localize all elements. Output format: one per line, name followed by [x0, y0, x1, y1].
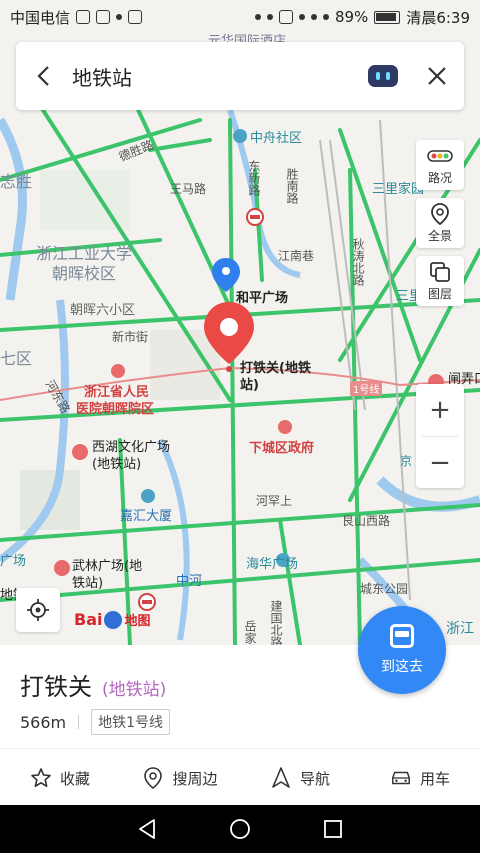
layers-icon [427, 261, 453, 283]
map-label: 海华广场 [246, 557, 299, 572]
map-label: 七区 [0, 349, 33, 368]
map-label: (地铁站) [92, 457, 142, 472]
clock-label: 清晨6:39 [406, 8, 470, 27]
status-left: 中国电信 [10, 7, 143, 28]
go-here-button[interactable]: 到这去 [358, 606, 446, 694]
map-label: 广场 [0, 554, 27, 569]
map-label: 中舟社区 [250, 131, 303, 146]
navigation-arrow-icon [270, 767, 292, 789]
map-label: 城东公园 [360, 582, 409, 596]
action-bar: 收藏 搜周边 导航 用车 [0, 751, 480, 805]
map-label: 中河 [176, 574, 203, 589]
distance-label: 566m [20, 712, 67, 732]
navigate-button[interactable]: 导航 [240, 751, 360, 805]
bluetooth-icon [266, 14, 273, 20]
status-right: 89% 清晨6:39 [254, 7, 470, 28]
map-label: 东新路 [247, 160, 261, 196]
map-label: 河罕上 [256, 494, 293, 508]
traffic-light-icon [427, 145, 453, 167]
map-label: 京 [400, 454, 413, 468]
overview-button[interactable]: 全景 [416, 198, 464, 248]
map-label: 下城区政府 [249, 441, 315, 456]
traffic-button[interactable]: 路况 [416, 140, 464, 190]
search-nearby-label: 搜周边 [172, 769, 218, 788]
nearby-pin-icon [142, 767, 164, 789]
star-icon [30, 767, 52, 789]
baidu-map-text: 地图 [124, 614, 151, 629]
battery-percent: 89% [334, 8, 369, 26]
message-icon [76, 10, 91, 24]
location-dot-icon [116, 14, 123, 20]
crosshair-icon [27, 599, 49, 621]
baidu-logo: Bai 地图 [74, 610, 151, 629]
close-icon[interactable] [424, 63, 450, 89]
eye-icon [298, 14, 305, 20]
assistant-robot-icon[interactable] [368, 65, 398, 87]
map-label: 朝晖校区 [52, 264, 117, 283]
locate-me-button[interactable] [16, 588, 60, 632]
map-label: 嘉汇大厦 [120, 509, 173, 524]
metro-line-tag: 地铁1号线 [91, 709, 171, 735]
map-label: 胜南路 [285, 168, 299, 204]
map-label: 王马路 [170, 182, 207, 196]
zoom-out-button[interactable]: − [416, 437, 464, 489]
map-label: 站) [240, 378, 259, 393]
nfc-icon [278, 10, 293, 24]
map-label: 朝晖六小区 [70, 303, 136, 318]
back-arrow-icon[interactable] [30, 63, 56, 89]
nav-back-icon[interactable] [135, 817, 159, 841]
map-label: 江南巷 [278, 249, 315, 263]
place-name: 打铁关 [20, 673, 92, 701]
battery-icon [374, 10, 401, 24]
status-bar: 中国电信 89% 清晨6:39 [0, 0, 480, 34]
map-app: 中舟社区 德胜路 东新路 胜南路 王马路 三里家园 浙江工业大学 朝晖校区 江南… [0, 0, 480, 805]
map-label: 浙江 [446, 621, 474, 637]
bus-icon [390, 624, 414, 648]
layers-button[interactable]: 图层 [416, 256, 464, 306]
overview-label: 全景 [427, 228, 452, 243]
gps-icon [254, 14, 261, 20]
favorite-button[interactable]: 收藏 [0, 751, 120, 805]
place-meta: 566m 地铁1号线 [20, 709, 171, 735]
place-title-row: 打铁关 (地铁站) [20, 667, 166, 702]
map-label: 和平广场 [236, 291, 289, 306]
location-pin-icon [427, 202, 453, 225]
briefcase-icon [96, 10, 111, 24]
map-label: 建国北路 [269, 600, 283, 648]
ride-button[interactable]: 用车 [360, 751, 480, 805]
go-here-label: 到这去 [381, 659, 423, 675]
traffic-label: 路况 [427, 170, 452, 185]
nav-recents-icon[interactable] [321, 817, 345, 841]
map-label: 医院朝晖院区 [76, 402, 155, 417]
map-label: 岳家 [243, 620, 257, 644]
favorite-label: 收藏 [59, 769, 90, 788]
meta-divider [78, 715, 80, 729]
carrier-label: 中国电信 [10, 8, 71, 27]
zoom-in-button[interactable]: + [416, 384, 464, 436]
nav-home-icon[interactable] [228, 817, 252, 841]
navigate-label: 导航 [299, 769, 330, 788]
map-label: 新市街 [112, 330, 149, 344]
map-label: 志胜 [0, 172, 33, 191]
map-label: 铁站) [72, 576, 104, 591]
system-nav-bar [0, 805, 480, 853]
search-nearby-button[interactable]: 搜周边 [120, 751, 240, 805]
car-icon [390, 767, 412, 789]
signal-icon [322, 14, 329, 20]
zoom-controls: + − [416, 384, 464, 488]
layers-label: 图层 [427, 286, 452, 301]
chat-icon [128, 10, 143, 24]
search-bar[interactable]: 地铁站 [16, 42, 464, 110]
place-type: (地铁站) [102, 680, 167, 700]
baidu-logo-text: Bai [74, 610, 103, 629]
wifi-icon [310, 14, 317, 20]
metro-line-badge: 1号线 [350, 381, 383, 396]
card-divider [0, 748, 480, 749]
search-query[interactable]: 地铁站 [72, 62, 368, 91]
map-label: 艮山西路 [342, 514, 391, 528]
baidu-paw-icon [104, 610, 123, 629]
map-label: 秋涛北路 [351, 238, 365, 286]
ride-label: 用车 [419, 769, 450, 788]
